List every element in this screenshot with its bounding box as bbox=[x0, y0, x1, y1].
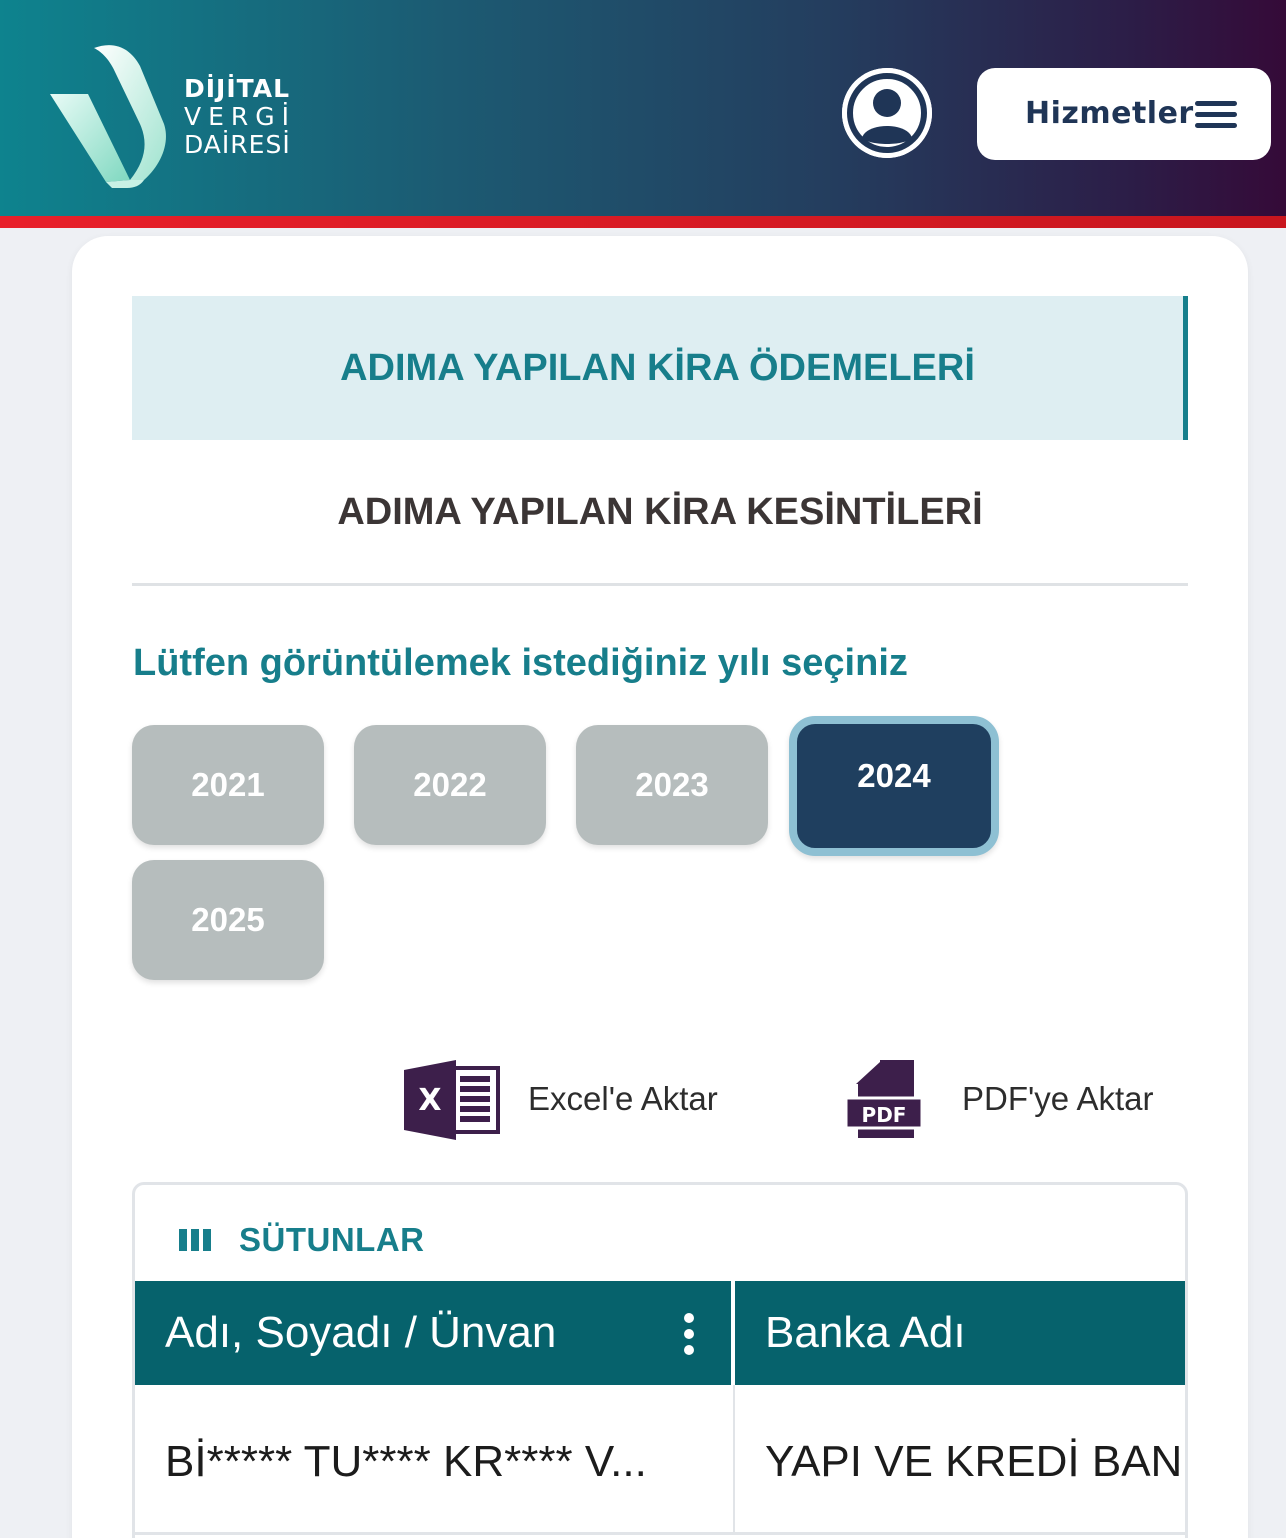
year-select-prompt: Lütfen görüntülemek istediğiniz yılı seç… bbox=[133, 642, 908, 684]
logo-line-1: DİJİTAL bbox=[184, 74, 291, 103]
columns-icon bbox=[179, 1229, 211, 1251]
excel-file-icon: X bbox=[404, 1060, 500, 1140]
services-label: Hizmetler bbox=[1025, 96, 1194, 131]
column-header-bank[interactable]: Banka Adı bbox=[765, 1281, 966, 1385]
user-circle-icon bbox=[842, 68, 932, 158]
logo-text: DİJİTAL VERGİ DAİRESİ bbox=[184, 76, 296, 157]
year-button-2021[interactable]: 2021 bbox=[132, 725, 324, 845]
excel-icon-badge: X bbox=[418, 1083, 441, 1118]
year-button-2023[interactable]: 2023 bbox=[576, 725, 768, 845]
year-button-2024[interactable]: 2024 bbox=[789, 716, 999, 856]
services-menu-button[interactable]: Hizmetler bbox=[977, 68, 1271, 160]
grid-header-row: Adı, Soyadı / Ünvan Banka Adı bbox=[135, 1281, 1185, 1385]
export-pdf-button[interactable]: PDF PDF'ye Aktar bbox=[844, 1058, 1174, 1142]
column-header-name[interactable]: Adı, Soyadı / Ünvan bbox=[165, 1281, 556, 1385]
export-pdf-label: PDF'ye Aktar bbox=[962, 1080, 1154, 1117]
logo-line-2: VERGİ bbox=[184, 102, 297, 131]
tab-kira-odemeleri-label: ADIMA YAPILAN KİRA ÖDEMELERİ bbox=[340, 347, 975, 389]
profile-button[interactable] bbox=[842, 68, 932, 158]
logo-line-3: DAİRESİ bbox=[184, 130, 291, 159]
tab-kira-odemeleri[interactable]: ADIMA YAPILAN KİRA ÖDEMELERİ bbox=[132, 296, 1188, 440]
tab-kira-kesintileri-label: ADIMA YAPILAN KİRA KESİNTİLERİ bbox=[337, 491, 983, 533]
year-button-2025[interactable]: 2025 bbox=[132, 860, 324, 980]
cell-divider bbox=[733, 1385, 735, 1535]
export-excel-label: Excel'e Aktar bbox=[528, 1080, 718, 1117]
pdf-icon-badge: PDF bbox=[862, 1103, 907, 1127]
cell-bank: YAPI VE KREDİ BANKASI bbox=[765, 1437, 1185, 1486]
header-accent-line bbox=[0, 216, 1286, 228]
cell-name: Bİ***** TU**** KR**** V... bbox=[165, 1437, 647, 1486]
columns-label: SÜTUNLAR bbox=[239, 1221, 425, 1258]
hamburger-icon bbox=[1195, 101, 1237, 131]
logo-mark-icon bbox=[50, 45, 166, 188]
year-button-2022[interactable]: 2022 bbox=[354, 725, 546, 845]
kira-data-grid: SÜTUNLAR Adı, Soyadı / Ünvan Banka Adı B… bbox=[132, 1182, 1188, 1538]
export-excel-button[interactable]: X Excel'e Aktar bbox=[402, 1058, 732, 1142]
tab-kira-kesintileri[interactable]: ADIMA YAPILAN KİRA KESİNTİLERİ bbox=[132, 440, 1188, 586]
pdf-file-icon: PDF bbox=[844, 1058, 924, 1138]
column-menu-icon[interactable] bbox=[679, 1313, 699, 1357]
dijital-vergi-dairesi-logo[interactable]: DİJİTAL VERGİ DAİRESİ bbox=[44, 40, 304, 190]
app-header: DİJİTAL VERGİ DAİRESİ Hizmetler bbox=[0, 0, 1286, 216]
table-row[interactable]: Bİ***** TU**** KR**** V... YAPI VE KREDİ… bbox=[135, 1385, 1185, 1535]
column-divider[interactable] bbox=[731, 1281, 735, 1385]
